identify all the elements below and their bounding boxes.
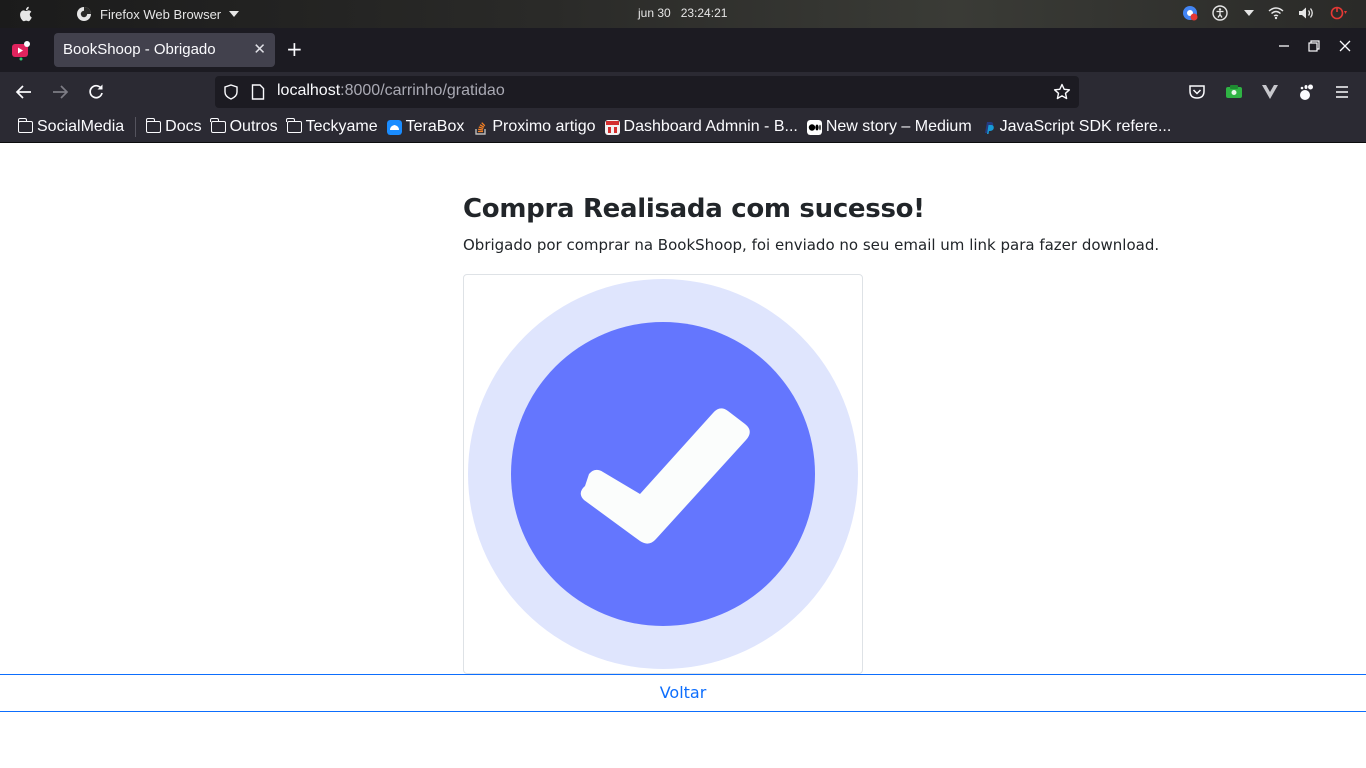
bookmark-dashboard-admin[interactable]: Dashboard Admnin - B... (604, 118, 798, 136)
system-tray (1182, 5, 1348, 21)
folder-icon (17, 118, 33, 133)
tab-title: BookShoop - Obrigado (63, 41, 216, 58)
restore-icon[interactable] (1308, 40, 1320, 56)
folder-icon (145, 118, 162, 133)
terabox-icon (386, 119, 402, 135)
active-tab[interactable]: BookShoop - Obrigado ✕ (54, 33, 275, 67)
bookmark-star-icon[interactable] (1053, 83, 1071, 101)
forward-arrow-icon[interactable] (50, 82, 70, 102)
wifi-icon[interactable] (1268, 6, 1284, 20)
back-link[interactable]: Voltar (660, 683, 707, 702)
bookmark-medium[interactable]: New story – Medium (806, 118, 972, 136)
chevron-down-icon (229, 11, 240, 17)
close-window-icon[interactable] (1339, 40, 1351, 56)
app-name: Firefox Web Browser (100, 6, 222, 22)
firefox-view-icon[interactable] (10, 39, 32, 61)
minimize-icon[interactable] (1278, 40, 1290, 56)
bookmark-terabox[interactable]: TeraBox (386, 118, 465, 136)
bookmark-label: Dashboard Admnin - B... (623, 118, 798, 135)
paypal-icon (984, 121, 994, 134)
thank-you-message: Obrigado por comprar na BookShoop, foi e… (463, 236, 1160, 254)
stackoverflow-icon (475, 121, 487, 135)
clock-date: jun 30 (638, 6, 671, 20)
accessibility-icon[interactable] (1212, 5, 1230, 21)
bookmark-socialmedia[interactable]: SocialMedia (17, 118, 125, 136)
bookmark-label: JavaScript SDK refere... (999, 118, 1172, 135)
medium-icon (806, 119, 822, 135)
chrome-notification-icon[interactable] (1182, 5, 1198, 21)
bookmark-label: New story – Medium (825, 118, 972, 135)
url-text[interactable]: localhost:8000/carrinho/gratidao (277, 82, 505, 100)
apple-icon[interactable] (17, 5, 35, 23)
navigation-bar: localhost:8000/carrinho/gratidao (0, 72, 1366, 112)
bookmark-label: TeraBox (405, 118, 465, 135)
bookmark-label: Proximo artigo (492, 118, 596, 135)
new-tab-button[interactable]: + (286, 38, 303, 60)
bookmark-docs[interactable]: Docs (145, 118, 202, 136)
os-top-bar: Firefox Web Browser jun 30 23:24:21 (0, 0, 1366, 28)
bookmark-outros[interactable]: Outros (210, 118, 278, 136)
url-path: :8000/carrinho/gratidao (340, 82, 505, 99)
chevron-down-icon[interactable] (1244, 10, 1254, 16)
success-image (463, 274, 863, 674)
power-icon[interactable] (1330, 6, 1348, 20)
bookmark-proximo-artigo[interactable]: Proximo artigo (473, 118, 596, 136)
firefox-logo-icon (77, 7, 91, 21)
bookmark-separator (135, 117, 137, 137)
app-menu[interactable]: Firefox Web Browser (76, 6, 240, 22)
bookmark-javascript-sdk[interactable]: JavaScript SDK refere... (981, 118, 1172, 136)
url-host: localhost (277, 82, 341, 99)
vue-devtools-icon[interactable] (1261, 83, 1279, 101)
volume-icon[interactable] (1298, 6, 1316, 20)
pocket-icon[interactable] (1188, 83, 1206, 101)
folder-icon (286, 118, 302, 133)
reload-icon[interactable] (86, 82, 106, 102)
tab-strip: BookShoop - Obrigado ✕ + (0, 28, 1366, 72)
page-title: Compra Realisada com sucesso! (463, 194, 925, 224)
bookmark-label: Outros (229, 118, 278, 135)
check-circle-icon (468, 279, 858, 669)
bookmarks-toolbar: SocialMedia Docs Outros Teckyame TeraBox… (0, 112, 1366, 143)
page-icon[interactable] (251, 84, 265, 100)
hamburger-menu-icon[interactable] (1333, 83, 1351, 101)
bookmark-label: Docs (165, 118, 202, 135)
bookmark-label: Teckyame (305, 118, 378, 135)
extension-green-icon[interactable] (1225, 83, 1243, 101)
url-bar[interactable]: localhost:8000/carrinho/gratidao (215, 76, 1079, 108)
dashboard-icon (604, 119, 620, 135)
back-arrow-icon[interactable] (14, 82, 34, 102)
clock-time: 23:24:21 (680, 6, 728, 20)
shield-icon[interactable] (223, 84, 239, 100)
gnome-extension-icon[interactable] (1297, 83, 1315, 101)
back-link-bar: Voltar (0, 674, 1366, 712)
close-tab-icon[interactable]: ✕ (253, 40, 266, 58)
clock[interactable]: jun 30 23:24:21 (638, 6, 727, 20)
bookmark-label: SocialMedia (37, 118, 125, 135)
bookmark-teckyame[interactable]: Teckyame (286, 118, 378, 136)
page-content: Compra Realisada com sucesso! Obrigado p… (0, 144, 1366, 768)
folder-icon (210, 118, 226, 133)
